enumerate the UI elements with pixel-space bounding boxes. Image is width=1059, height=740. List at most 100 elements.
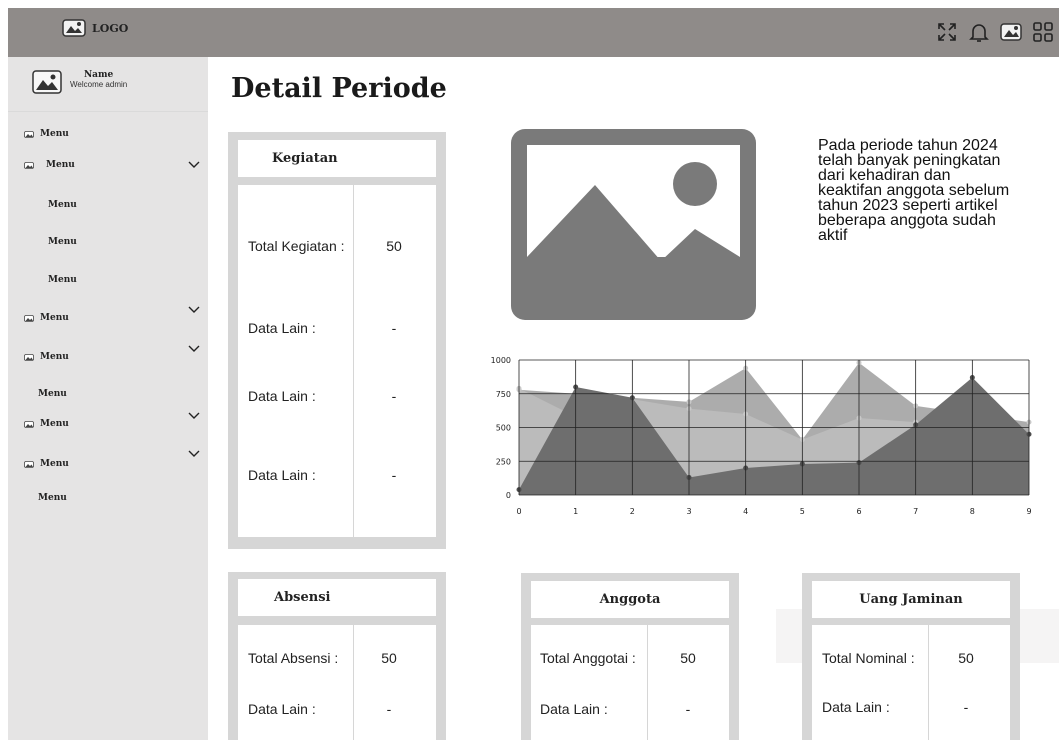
sidebar-subitem-1[interactable]: Menu [48,200,77,210]
row-value: - [391,320,397,336]
logo[interactable]: LOGO [62,19,128,37]
menu-icon [24,161,34,169]
area-chart: 0 250 500 750 1000 0 1 2 3 4 5 6 7 8 9 [491,356,1032,516]
sidebar-item-label: Menu [48,275,77,285]
absensi-card: Absensi Total Absensi : 50 Data Lain : - [228,572,446,740]
y-tick-label: 500 [496,424,511,433]
avatar-icon[interactable] [999,20,1023,44]
kegiatan-card: Kegiatan Total Kegiatan : 50 Data Lain :… [228,132,446,549]
sidebar-subitem-3[interactable]: Menu [48,275,77,285]
sidebar-item-5[interactable]: Menu [24,419,69,429]
y-tick-label: 1000 [491,356,511,365]
sidebar-item-label: Menu [48,237,77,247]
bell-icon[interactable] [967,20,991,44]
chevron-down-icon[interactable] [188,161,200,169]
x-tick-label: 5 [800,507,805,516]
row-label: Data Lain : [248,320,316,336]
uang-jaminan-card-body: Total Nominal : 50 Data Lain : - [812,625,1010,740]
sidebar-item-label: Menu [46,160,75,170]
kegiatan-card-body: Total Kegiatan : 50 Data Lain : - Data L… [238,185,436,537]
sidebar-item-2[interactable]: Menu [24,160,75,170]
absensi-card-body: Total Absensi : 50 Data Lain : - [238,625,436,740]
sidebar-item-6[interactable]: Menu [24,459,69,469]
menu-icon [24,314,34,322]
row-value: - [685,701,691,717]
avatar-icon [32,70,62,94]
sidebar-item-label: Menu [40,352,69,362]
row-value: - [386,701,392,717]
sidebar-item-label: Menu [38,493,67,503]
top-bar: LOGO [8,8,1059,57]
row-label: Data Lain : [248,388,316,404]
row-value: - [391,467,397,483]
y-tick-label: 250 [496,457,511,466]
apps-grid-icon[interactable] [1031,20,1055,44]
menu-icon [24,353,34,361]
anggota-card-body: Total Anggotai : 50 Data Lain : - [531,625,729,740]
column-divider [928,625,929,740]
sidebar-subitem-2[interactable]: Menu [48,237,77,247]
fullscreen-icon[interactable] [935,20,959,44]
row-value: - [963,699,969,715]
image-icon [62,19,86,37]
sidebar-item-label: Menu [40,419,69,429]
x-tick-label: 0 [516,507,521,516]
sidebar-item-label: Menu [40,459,69,469]
sidebar-subitem-5[interactable]: Menu [38,493,67,503]
chevron-down-icon[interactable] [188,345,200,353]
row-value: 50 [680,650,696,666]
anggota-card-title: Anggota [531,581,729,618]
period-description: Pada periode tahun 2024 telah banyak pen… [818,137,1010,244]
sidebar-item-4[interactable]: Menu [24,352,69,362]
x-tick-label: 9 [1026,507,1031,516]
row-label: Data Lain : [248,701,316,717]
chevron-down-icon[interactable] [188,450,200,458]
sidebar-item-label: Menu [48,200,77,210]
uang-jaminan-card: Uang Jaminan Total Nominal : 50 Data Lai… [802,573,1020,740]
logo-text: LOGO [92,21,129,35]
sidebar: Name Welcome admin Menu Menu Menu Menu M… [8,57,208,740]
page-title: Detail Periode [231,73,447,104]
x-tick-label: 6 [856,507,861,516]
x-tick-label: 8 [970,507,975,516]
sidebar-item-3[interactable]: Menu [24,313,69,323]
row-value: 50 [958,650,974,666]
x-tick-label: 4 [743,507,748,516]
column-divider [353,185,354,537]
image-placeholder [511,129,756,320]
menu-icon [24,420,34,428]
row-label: Total Kegiatan : [248,238,345,254]
row-value: 50 [386,238,402,254]
row-label: Total Nominal : [822,650,915,666]
row-label: Data Lain : [248,467,316,483]
sidebar-item-label: Menu [38,389,67,399]
row-label: Data Lain : [540,701,608,717]
menu-icon [24,460,34,468]
sidebar-item-label: Menu [40,313,69,323]
anggota-card: Anggota Total Anggotai : 50 Data Lain : … [521,573,739,740]
row-label: Total Absensi : [248,650,339,666]
chevron-down-icon[interactable] [188,306,200,314]
sidebar-item-1[interactable]: Menu [24,129,69,139]
column-divider [647,625,648,740]
row-label: Total Anggotai : [540,650,636,666]
chevron-down-icon[interactable] [188,412,200,420]
sidebar-item-label: Menu [40,129,69,139]
row-label: Data Lain : [822,699,890,715]
uang-jaminan-card-title: Uang Jaminan [812,581,1010,618]
profile-subtitle: Welcome admin [70,80,128,89]
x-tick-label: 3 [686,507,691,516]
menu-icon [24,130,34,138]
y-tick-label: 0 [506,491,511,500]
absensi-card-title: Absensi [238,579,436,616]
x-tick-label: 1 [573,507,578,516]
divider [8,111,208,112]
profile-name: Name [83,70,114,80]
profile[interactable]: Name Welcome admin [32,70,127,94]
sidebar-subitem-4[interactable]: Menu [38,389,67,399]
column-divider [353,625,354,740]
row-value: 50 [381,650,397,666]
row-value: - [391,388,397,404]
x-tick-label: 7 [913,507,918,516]
kegiatan-card-title: Kegiatan [238,140,436,177]
